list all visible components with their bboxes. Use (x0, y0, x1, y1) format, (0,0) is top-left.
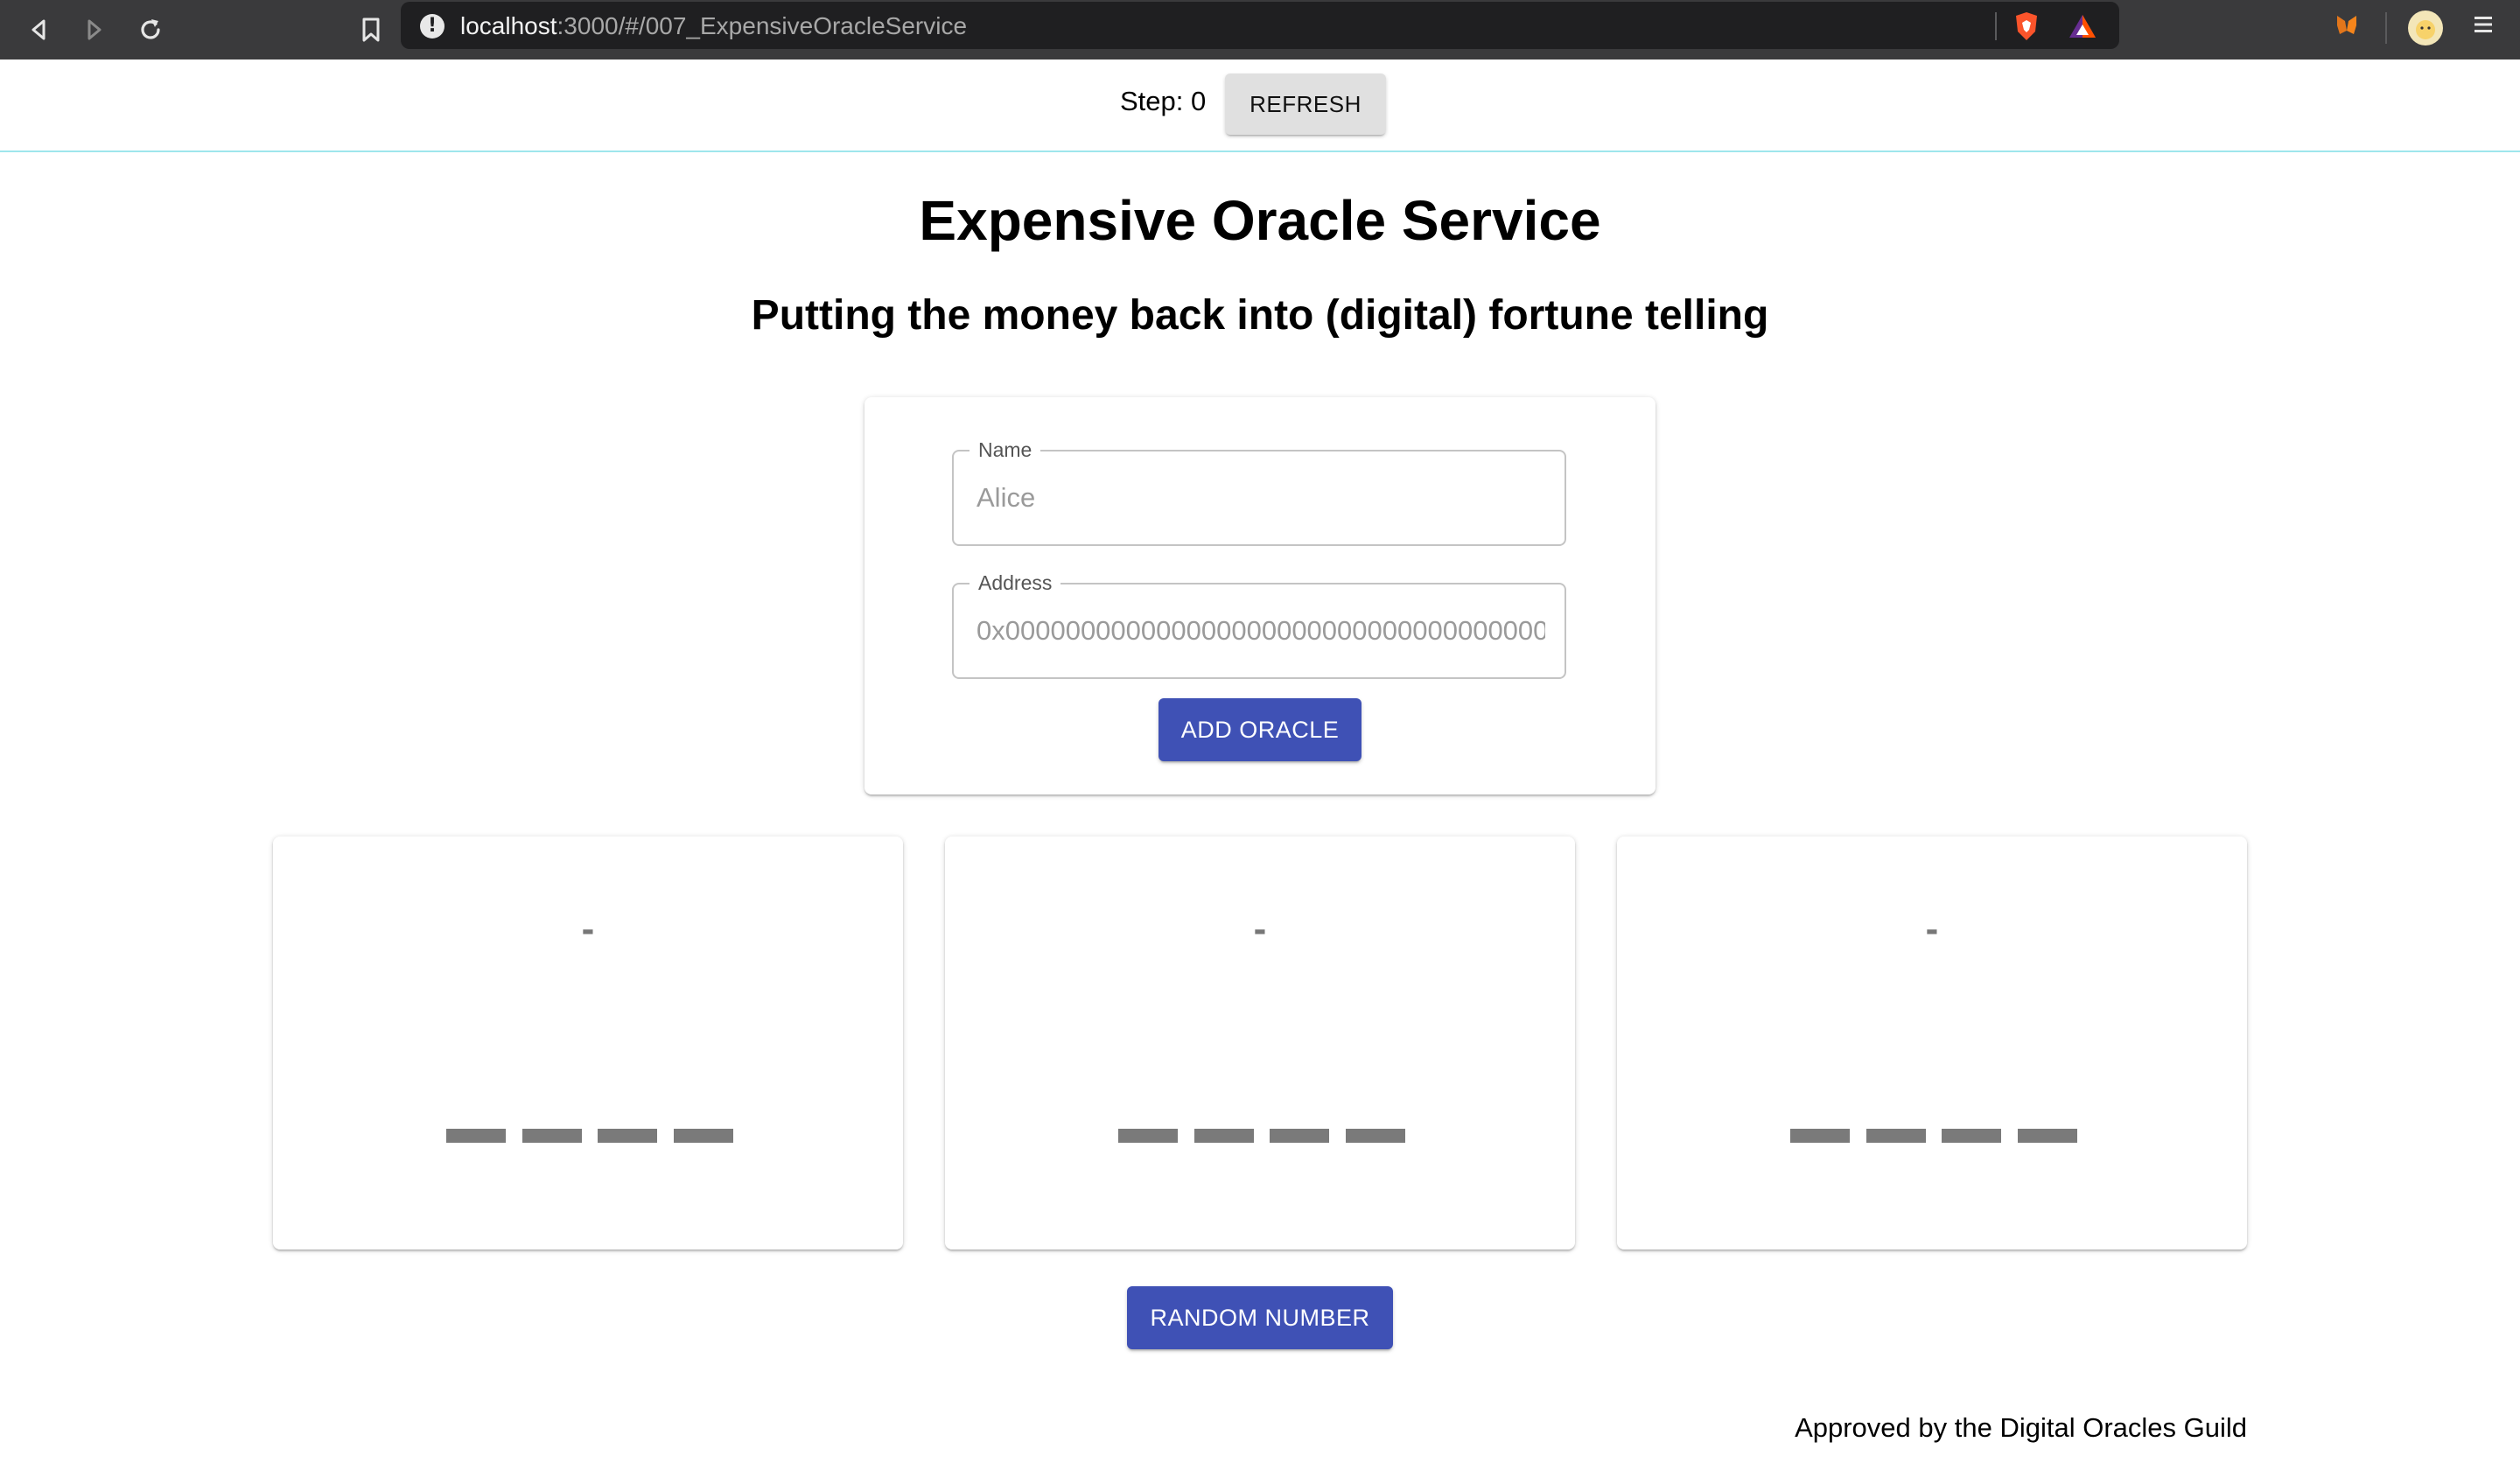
oracle-name: - (581, 907, 595, 950)
oracle-value-placeholder (1790, 1129, 2077, 1143)
oracle-card: - (273, 836, 903, 1250)
oracle-name: - (1253, 907, 1267, 950)
placeholder-dash (1942, 1129, 2002, 1143)
reload-icon[interactable] (126, 5, 175, 54)
page-title: Expensive Oracle Service (919, 189, 1601, 252)
browser-toolbar: ! localhost:3000/#/007_ExpensiveOracleSe… (0, 0, 2520, 60)
address-field: Address (952, 570, 1566, 679)
oracle-value-placeholder (1118, 1129, 1405, 1143)
brave-shield-icon[interactable] (2011, 10, 2042, 42)
bookmark-icon[interactable] (346, 5, 396, 54)
address-bar[interactable]: ! localhost:3000/#/007_ExpensiveOracleSe… (401, 2, 2119, 49)
oracle-name: - (1925, 907, 1939, 950)
info-icon[interactable]: ! (420, 14, 444, 38)
url-divider (1995, 12, 1997, 40)
url-text[interactable]: localhost:3000/#/007_ExpensiveOracleServ… (460, 12, 967, 40)
placeholder-dash (1194, 1129, 1254, 1143)
brave-rewards-icon[interactable] (2067, 10, 2098, 42)
back-icon[interactable] (14, 5, 63, 54)
menu-icon[interactable] (2468, 9, 2499, 40)
placeholder-dash (673, 1129, 733, 1143)
url-host: localhost (460, 12, 557, 39)
random-number-button[interactable]: RANDOM NUMBER (1127, 1286, 1393, 1349)
oracle-card: - (1617, 836, 2247, 1250)
footer-text: Approved by the Digital Oracles Guild (1795, 1412, 2247, 1443)
profile-avatar-icon[interactable] (2408, 10, 2443, 46)
step-header: Step: 0 REFRESH (0, 60, 2520, 152)
placeholder-dash (1118, 1129, 1178, 1143)
placeholder-dash (2017, 1129, 2077, 1143)
add-oracle-card: Name Address ADD ORACLE (864, 397, 1656, 794)
page-subtitle: Putting the money back into (digital) fo… (751, 292, 1769, 339)
refresh-button[interactable]: REFRESH (1225, 74, 1386, 135)
step-label: Step: 0 (1120, 86, 1207, 116)
toolbar-divider (2385, 12, 2387, 44)
address-input[interactable] (976, 584, 1545, 677)
add-oracle-button[interactable]: ADD ORACLE (1158, 698, 1362, 761)
url-path: :3000/#/007_ExpensiveOracleService (556, 12, 968, 39)
placeholder-dash (1270, 1129, 1330, 1143)
placeholder-dash (1345, 1129, 1405, 1143)
oracle-card: - (945, 836, 1575, 1250)
name-input[interactable] (976, 452, 1545, 544)
placeholder-dash (1790, 1129, 1850, 1143)
oracle-value-placeholder (446, 1129, 733, 1143)
placeholder-dash (522, 1129, 582, 1143)
placeholder-dash (446, 1129, 506, 1143)
name-field: Name (952, 438, 1566, 546)
placeholder-dash (598, 1129, 658, 1143)
metamask-icon[interactable] (2331, 9, 2362, 40)
placeholder-dash (1866, 1129, 1926, 1143)
forward-icon[interactable] (70, 5, 119, 54)
